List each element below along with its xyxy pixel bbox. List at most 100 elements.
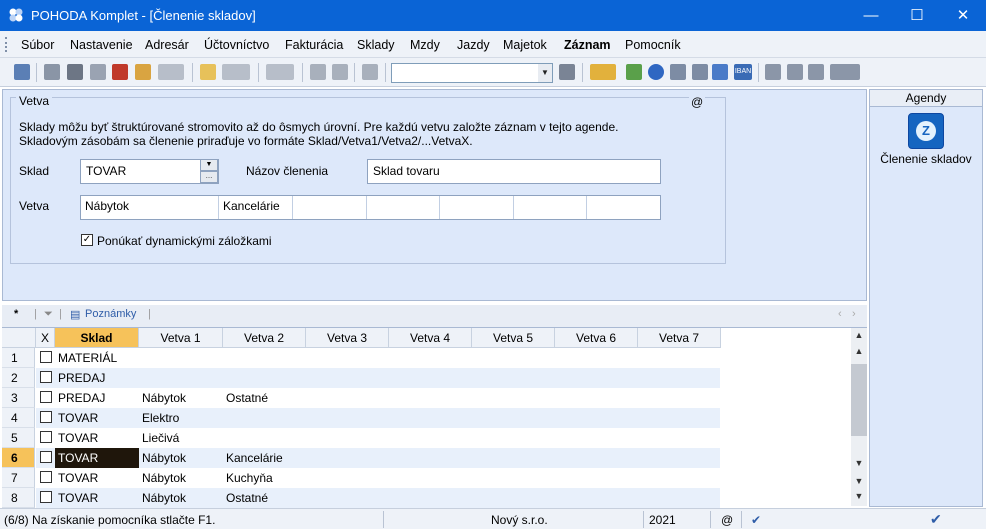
back-icon[interactable] [266,64,294,80]
table-row[interactable]: TOVAR Nábytok Kancelárie [36,448,720,468]
tab-scroll-left-icon[interactable]: ‹ [838,308,842,320]
vetva-field-3[interactable] [293,196,367,219]
menu-nastavenie[interactable]: Nastavenie [70,38,133,52]
menu-majetok[interactable]: Majetok [503,38,547,52]
vetva-field-1[interactable]: Nábytok [81,196,219,219]
save-icon[interactable] [310,64,326,80]
row-checkbox[interactable] [40,371,52,383]
vetva-field-2[interactable]: Kancelárie [219,196,293,219]
new-icon[interactable] [200,64,216,80]
euro-icon[interactable] [648,64,664,80]
folder-icon[interactable] [590,64,616,80]
column-header-x[interactable]: X [36,328,55,348]
tab-star[interactable]: * [14,308,18,320]
table-icon[interactable] [692,64,708,80]
iban-icon[interactable]: IBAN [734,64,752,80]
filter-icon[interactable] [559,64,575,80]
cell-vetva2[interactable] [223,348,306,368]
column-header-vetva1[interactable]: Vetva 1 [139,328,223,348]
menu-mzdy[interactable]: Mzdy [410,38,440,52]
dynamic-tabs-checkbox[interactable]: ✓ [81,234,93,246]
exit-icon[interactable] [14,64,30,80]
column-header-vetva2[interactable]: Vetva 2 [223,328,306,348]
cell-sklad[interactable]: MATERIÁL [55,348,139,368]
print-preview-icon[interactable] [90,64,106,80]
tab-scroll-right-icon[interactable]: › [852,308,856,320]
ellipsis-icon[interactable]: … [200,171,218,183]
row-number[interactable]: 2 [2,368,35,388]
cell-vetva1[interactable] [139,368,223,388]
scroll-thumb[interactable] [851,364,867,436]
cell-vetva1[interactable]: Nábytok [139,488,223,508]
cell-vetva2[interactable]: Ostatné [223,388,306,408]
scroll-page-down-icon[interactable]: ▼ [851,476,867,486]
sklad-field[interactable]: TOVAR [80,159,219,184]
tab-poznamky[interactable]: Poznámky [85,308,136,320]
menu-uctovnictvo[interactable]: Účtovníctvo [204,38,269,52]
row-number[interactable]: 5 [2,428,35,448]
table-row[interactable]: PREDAJ Nábytok Ostatné [36,388,720,408]
row-checkbox[interactable] [40,451,52,463]
row-number[interactable]: 4 [2,408,35,428]
export-icon[interactable] [135,64,151,80]
list-icon[interactable] [787,64,803,80]
column-header-vetva6[interactable]: Vetva 6 [555,328,638,348]
column-header-vetva3[interactable]: Vetva 3 [306,328,389,348]
print-icon[interactable] [67,64,83,80]
cell-vetva1[interactable]: Nábytok [139,388,223,408]
row-checkbox[interactable] [40,491,52,503]
cell-sklad[interactable]: TOVAR [55,468,139,488]
cell-vetva1[interactable] [139,348,223,368]
clenenie-skladov-icon[interactable]: Z [908,113,944,149]
cell-sklad[interactable]: PREDAJ [55,368,139,388]
cancel-icon[interactable] [332,64,348,80]
column-header-vetva4[interactable]: Vetva 4 [389,328,472,348]
column-header-sklad[interactable]: Sklad [55,328,139,348]
help-icon[interactable] [830,64,860,80]
table-row[interactable]: TOVAR Nábytok Ostatné [36,488,720,508]
cell-sklad[interactable]: TOVAR [55,428,139,448]
cell-vetva1[interactable]: Nábytok [139,448,223,468]
calculator-icon[interactable] [670,64,686,80]
mail-icon[interactable] [808,64,824,80]
row-number[interactable]: 7 [2,468,35,488]
cell-vetva1[interactable]: Liečivá [139,428,223,448]
table-row[interactable]: TOVAR Liečivá [36,428,720,448]
menu-adresar[interactable]: Adresár [145,38,189,52]
grid-vertical-scrollbar[interactable]: ▲ ▲ ▼ ▼ ▼ [851,328,867,506]
scroll-up-icon[interactable]: ▲ [851,330,867,340]
row-checkbox[interactable] [40,351,52,363]
cell-vetva2[interactable]: Kuchyňa [223,468,306,488]
row-checkbox[interactable] [40,391,52,403]
pdf-icon[interactable] [112,64,128,80]
scroll-end-icon[interactable]: ▼ [851,491,867,501]
cell-sklad[interactable]: TOVAR [55,408,139,428]
sklad-picker[interactable]: ▼ … [200,159,218,184]
settings-icon[interactable] [158,64,184,80]
table-row[interactable]: TOVAR Nábytok Kuchyňa [36,468,720,488]
row-checkbox[interactable] [40,431,52,443]
minimize-button[interactable]: — [848,0,894,31]
new-record-icon[interactable] [44,64,60,80]
table-row[interactable]: MATERIÁL [36,348,720,368]
cell-sklad[interactable]: TOVAR [55,448,139,468]
message-icon[interactable] [765,64,781,80]
column-header-vetva7[interactable]: Vetva 7 [638,328,721,348]
cell-vetva2[interactable] [223,368,306,388]
status-ok-icon[interactable]: ✔ [930,511,942,528]
vetva-field-5[interactable] [440,196,514,219]
column-header-vetva5[interactable]: Vetva 5 [472,328,555,348]
row-number[interactable]: 8 [2,488,35,508]
chevron-down-icon[interactable]: ▼ [538,64,552,82]
cell-vetva1[interactable]: Elektro [139,408,223,428]
cell-vetva2[interactable] [223,428,306,448]
nazov-field[interactable]: Sklad tovaru [367,159,661,184]
menu-jazdy[interactable]: Jazdy [457,38,490,52]
bank-icon[interactable] [712,64,728,80]
row-number[interactable]: 6 [2,448,35,468]
close-button[interactable]: ✕ [940,0,986,31]
menu-subor[interactable]: Súbor [21,38,54,52]
table-row[interactable]: PREDAJ [36,368,720,388]
menu-fakturacia[interactable]: Fakturácia [285,38,343,52]
cell-vetva2[interactable]: Kancelárie [223,448,306,468]
